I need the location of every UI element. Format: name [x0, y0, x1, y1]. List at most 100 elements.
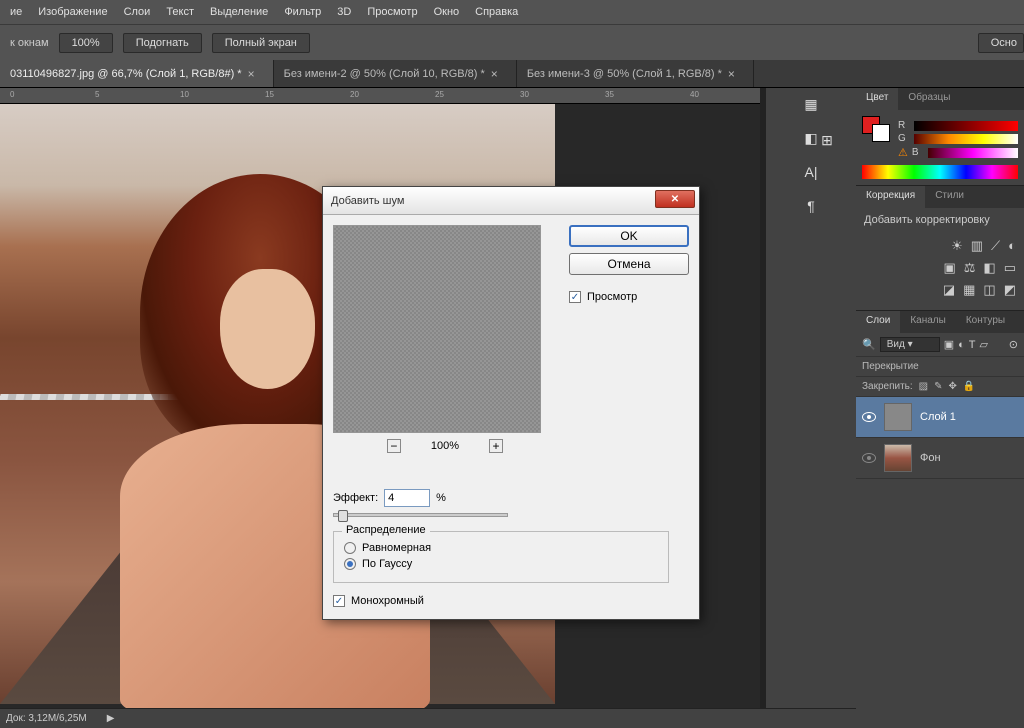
r-slider[interactable] — [914, 121, 1018, 131]
uniform-radio[interactable]: Равномерная — [344, 542, 658, 554]
color-panel-tabs: Цвет Образцы — [856, 88, 1024, 110]
selective-icon[interactable]: ◪ — [943, 282, 955, 298]
noise-preview[interactable] — [333, 225, 541, 433]
distribution-group: Распределение Равномерная По Гауссу — [333, 531, 669, 583]
lookup-icon[interactable]: ▦ — [963, 282, 975, 298]
amount-label: Эффект: — [333, 492, 378, 504]
paragraph-icon[interactable]: ¶ — [799, 196, 823, 216]
g-slider[interactable] — [914, 134, 1018, 144]
menu-item[interactable]: Просмотр — [367, 6, 417, 18]
filter-kind-select[interactable]: Вид ▾ — [880, 337, 940, 352]
visibility-icon[interactable] — [862, 412, 876, 422]
zoom-in-button[interactable]: + — [489, 439, 503, 453]
close-icon[interactable]: × — [248, 67, 255, 81]
levels-icon[interactable]: ▥ — [971, 238, 983, 254]
group-label: Распределение — [342, 524, 430, 536]
close-icon[interactable]: × — [491, 67, 498, 81]
lock-pixels-icon[interactable]: ▨ — [919, 381, 928, 392]
menu-item[interactable]: Выделение — [210, 6, 268, 18]
filter-icon[interactable]: T — [969, 339, 976, 351]
filter-icon[interactable]: ◐ — [958, 339, 965, 351]
layer-name[interactable]: Фон — [920, 452, 941, 464]
tab-channels[interactable]: Каналы — [900, 311, 956, 333]
tab-color[interactable]: Цвет — [856, 88, 898, 110]
layer-name[interactable]: Слой 1 — [920, 411, 956, 423]
menu-item[interactable]: Изображение — [38, 6, 107, 18]
gradient-map-icon[interactable]: ▭ — [1004, 260, 1016, 276]
color-ramp[interactable] — [862, 165, 1018, 179]
tab-label: Без имени-2 @ 50% (Слой 10, RGB/8) * — [284, 68, 485, 80]
invert-icon[interactable]: ▣ — [943, 260, 955, 276]
filter-icon[interactable]: ▱ — [980, 338, 988, 351]
histogram-icon[interactable]: ▦ — [799, 94, 823, 114]
close-icon[interactable]: × — [728, 67, 735, 81]
curves-icon[interactable]: ⟋ — [991, 238, 1000, 254]
zoom-out-button[interactable]: − — [387, 439, 401, 453]
dialog-titlebar[interactable]: Добавить шум ✕ — [323, 187, 699, 215]
monochrome-label: Монохромный — [351, 595, 424, 607]
document-tab[interactable]: Без имени-3 @ 50% (Слой 1, RGB/8) * × — [517, 60, 754, 87]
gaussian-radio[interactable]: По Гауссу — [344, 558, 658, 570]
filter-icon[interactable]: ▣ — [944, 338, 954, 351]
collapsed-panel-strip: ▦ ◧ A| ¶ ⊞ — [766, 88, 856, 728]
document-tabbar: 03110496827.jpg @ 66,7% (Слой 1, RGB/8#)… — [0, 60, 1024, 88]
menu-item[interactable]: ие — [10, 6, 22, 18]
cancel-button[interactable]: Отмена — [569, 253, 689, 275]
menu-item[interactable]: Фильтр — [284, 6, 321, 18]
exposure-icon[interactable]: ◐ — [1008, 238, 1016, 254]
close-button[interactable]: ✕ — [655, 190, 695, 208]
dialog-title: Добавить шум — [331, 195, 404, 207]
status-bar: Док: 3,12M/6,25M ▶ — [0, 708, 856, 728]
gamut-warning-icon[interactable]: ⚠ — [898, 146, 908, 159]
status-arrow-icon[interactable]: ▶ — [107, 713, 115, 724]
document-tab[interactable]: 03110496827.jpg @ 66,7% (Слой 1, RGB/8#)… — [0, 60, 274, 87]
balance-icon[interactable]: ⚖ — [964, 260, 976, 276]
posterize-icon[interactable]: ◫ — [983, 282, 995, 298]
tab-styles[interactable]: Стили — [925, 186, 974, 208]
layer-thumbnail[interactable] — [884, 403, 912, 431]
tab-paths[interactable]: Контуры — [956, 311, 1015, 333]
lock-all-icon[interactable]: 🔒 — [963, 381, 975, 392]
tab-adjustments[interactable]: Коррекция — [856, 186, 925, 208]
b-slider[interactable] — [928, 148, 1018, 158]
g-label: G — [898, 133, 910, 144]
document-tab[interactable]: Без имени-2 @ 50% (Слой 10, RGB/8) * × — [274, 60, 517, 87]
lock-brush-icon[interactable]: ✎ — [934, 381, 942, 392]
layer-thumbnail[interactable] — [884, 444, 912, 472]
threshold-icon[interactable]: ◧ — [983, 260, 995, 276]
character-icon[interactable]: A| — [799, 162, 823, 182]
lock-move-icon[interactable]: ✥ — [949, 381, 957, 392]
add-noise-dialog: Добавить шум ✕ − 100% + OK Отмена ✓ Прос… — [322, 186, 700, 620]
ok-button[interactable]: OK — [569, 225, 689, 247]
visibility-icon[interactable] — [862, 453, 876, 463]
brightness-icon[interactable]: ☀ — [951, 238, 963, 254]
amount-slider[interactable] — [333, 513, 508, 517]
zoom-pct-button[interactable]: 100% — [59, 33, 113, 53]
doc-size: Док: 3,12M/6,25M — [6, 713, 87, 724]
menu-item[interactable]: Справка — [475, 6, 518, 18]
zoom-pct: 100% — [431, 440, 459, 452]
fit-screen-button[interactable]: Подогнать — [123, 33, 202, 53]
tab-label: Без имени-3 @ 50% (Слой 1, RGB/8) * — [527, 68, 722, 80]
filter-toggle[interactable]: ⊙ — [1009, 338, 1018, 351]
monochrome-checkbox[interactable]: ✓ — [333, 595, 345, 607]
layer-row[interactable]: Фон — [856, 438, 1024, 479]
menu-item[interactable]: Текст — [166, 6, 194, 18]
options-bar: к окнам 100% Подогнать Полный экран Осно — [0, 24, 1024, 60]
fg-bg-swatch[interactable] — [862, 116, 890, 142]
tab-swatches[interactable]: Образцы — [898, 88, 960, 110]
properties-icon[interactable]: ⊞ — [815, 130, 839, 150]
blend-mode-select[interactable]: Перекрытие — [856, 357, 1024, 377]
essentials-button[interactable]: Осно — [978, 33, 1024, 53]
preview-checkbox[interactable]: ✓ — [569, 291, 581, 303]
full-screen-button[interactable]: Полный экран — [212, 33, 310, 53]
layer-row[interactable]: Слой 1 — [856, 397, 1024, 438]
huesat-icon[interactable]: ◩ — [1004, 282, 1016, 298]
amount-input[interactable] — [384, 489, 430, 507]
menu-item[interactable]: 3D — [337, 6, 351, 18]
tab-layers[interactable]: Слои — [856, 311, 900, 333]
tab-label: 03110496827.jpg @ 66,7% (Слой 1, RGB/8#)… — [10, 68, 242, 80]
search-icon[interactable]: 🔍 — [862, 338, 876, 351]
menu-item[interactable]: Слои — [124, 6, 151, 18]
menu-item[interactable]: Окно — [434, 6, 460, 18]
